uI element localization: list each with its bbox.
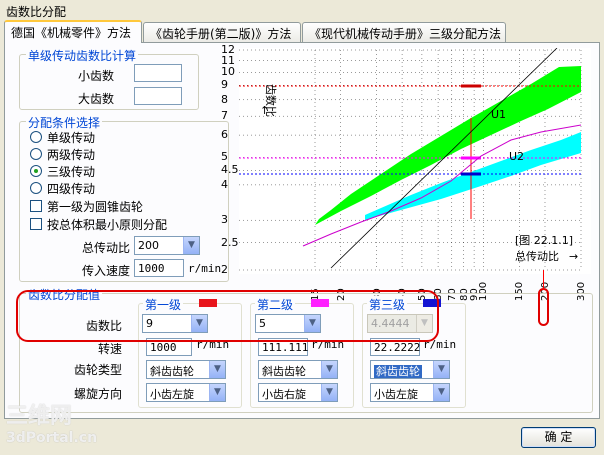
y-tick-label: 5 <box>221 150 228 164</box>
series-label-u1: U1 <box>491 108 506 121</box>
large-teeth-label: 大齿数 <box>78 92 115 106</box>
stage-2-helix-value: 小齿右旋 <box>262 388 306 401</box>
input-speed-unit: r/min <box>188 262 222 275</box>
y-axis-arrow: ↑ <box>260 104 269 117</box>
radio-selected-dot <box>34 169 38 173</box>
input-speed-label: 传入速度 <box>82 264 131 278</box>
tab-panel: 单级传动齿数比计算 小齿数 大齿数 分配条件选择 单级传动 两级传动 三级传动 … <box>4 42 600 419</box>
helix-row-label: 螺旋方向 <box>74 387 123 401</box>
total-ratio-value: 200 <box>138 239 159 252</box>
marker-connector-line <box>543 270 544 290</box>
y-tick-label: 3 <box>221 213 228 227</box>
radio-four-stage[interactable] <box>30 182 42 194</box>
small-teeth-input[interactable] <box>134 64 182 82</box>
ratio-chart: U1 U2 齿数比 ↑ [图 22.1.1] 总传动比 → <box>239 48 591 274</box>
y-tick-label: 8 <box>221 92 228 106</box>
tab-modern-handbook-method[interactable]: 《现代机械传动手册》三级分配方法 <box>302 22 506 42</box>
single-stage-title: 单级传动齿数比计算 <box>26 47 139 64</box>
chevron-down-icon[interactable]: ▼ <box>183 237 199 254</box>
conditions-group: 分配条件选择 单级传动 两级传动 三级传动 四级传动 第一级为圆锥齿轮 按总体积… <box>19 114 229 282</box>
y-tick-label: 2 <box>221 263 228 276</box>
radio-two-stage-label: 两级传动 <box>47 148 96 162</box>
radio-single-stage[interactable] <box>30 131 42 143</box>
stage-1-gear-type-value: 斜齿齿轮 <box>150 365 194 378</box>
small-teeth-label: 小齿数 <box>78 69 115 83</box>
min-volume-label: 按总体积最小原则分配 <box>47 218 168 232</box>
total-ratio-select[interactable]: 200 ▼ <box>134 236 200 255</box>
bevel-first-label: 第一级为圆锥齿轮 <box>47 200 144 214</box>
series-label-u2: U2 <box>509 150 524 163</box>
window-title: 齿数比分配 <box>6 5 67 19</box>
stage-1-gear-type-select[interactable]: 斜齿齿轮 ▼ <box>146 360 226 379</box>
y-tick-label: 2.5 <box>221 235 239 249</box>
figure-reference: [图 22.1.1] <box>515 234 573 247</box>
radio-four-stage-label: 四级传动 <box>47 182 96 196</box>
stage-2-gear-type-value: 斜齿齿轮 <box>262 365 306 378</box>
single-stage-group: 单级传动齿数比计算 小齿数 大齿数 <box>19 47 199 110</box>
y-tick-label: 4.5 <box>221 163 239 177</box>
watermark-sub: 3dPortal.cn <box>6 430 98 446</box>
stage-3-gear-type-value: 斜齿齿轮 <box>374 365 422 378</box>
total-ratio-label: 总传动比 <box>82 241 131 255</box>
gear-type-row-label: 齿轮类型 <box>74 363 123 377</box>
x-axis-label: 总传动比 <box>515 249 559 263</box>
speed-row-label: 转速 <box>98 342 123 356</box>
y-tick-label: 4 <box>221 177 228 191</box>
radio-three-stage-label: 三级传动 <box>47 165 96 179</box>
y-tick-label: 7 <box>221 109 228 123</box>
large-teeth-input[interactable] <box>134 87 182 105</box>
highlight-chart-marker <box>538 288 549 326</box>
chevron-down-icon[interactable]: ▼ <box>321 384 337 401</box>
tab-strip: 德国《机械零件》方法 《齿轮手册(第二版)》方法 《现代机械传动手册》三级分配方… <box>4 20 600 43</box>
radio-single-stage-label: 单级传动 <box>47 131 96 145</box>
y-tick-label: 9 <box>221 78 228 92</box>
chevron-down-icon[interactable]: ▼ <box>433 361 449 378</box>
stage-3-gear-type-select[interactable]: 斜齿齿轮 ▼ <box>370 360 450 379</box>
stage-3-helix-value: 小齿左旋 <box>374 388 418 401</box>
min-volume-checkbox[interactable] <box>30 218 42 230</box>
chevron-down-icon[interactable]: ▼ <box>321 361 337 378</box>
ok-button[interactable]: 确 定 <box>521 427 596 448</box>
stage-3-helix-select[interactable]: 小齿左旋 ▼ <box>370 383 450 402</box>
watermark-main: 三维网 <box>6 404 73 429</box>
chevron-down-icon[interactable]: ▼ <box>209 384 225 401</box>
stage-2-helix-select[interactable]: 小齿右旋 ▼ <box>258 383 338 402</box>
y-tick-label: 6 <box>221 128 228 142</box>
chevron-down-icon[interactable]: ▼ <box>433 384 449 401</box>
highlight-ratio-row <box>16 290 439 342</box>
stage-1-helix-select[interactable]: 小齿左旋 ▼ <box>146 383 226 402</box>
radio-three-stage[interactable] <box>30 165 42 177</box>
bevel-first-checkbox[interactable] <box>30 200 42 212</box>
stage-2-gear-type-select[interactable]: 斜齿齿轮 ▼ <box>258 360 338 379</box>
tab-gear-handbook-method[interactable]: 《齿轮手册(第二版)》方法 <box>143 22 301 42</box>
y-tick-label: 10 <box>221 65 235 79</box>
x-axis-arrow: → <box>569 250 578 263</box>
chevron-down-icon[interactable]: ▼ <box>209 361 225 378</box>
tab-german-method[interactable]: 德国《机械零件》方法 <box>4 20 142 43</box>
y-tick-label: 12 <box>221 43 235 56</box>
stage-1-helix-value: 小齿左旋 <box>150 388 194 401</box>
input-speed-input[interactable]: 1000 <box>134 259 184 277</box>
radio-two-stage[interactable] <box>30 148 42 160</box>
